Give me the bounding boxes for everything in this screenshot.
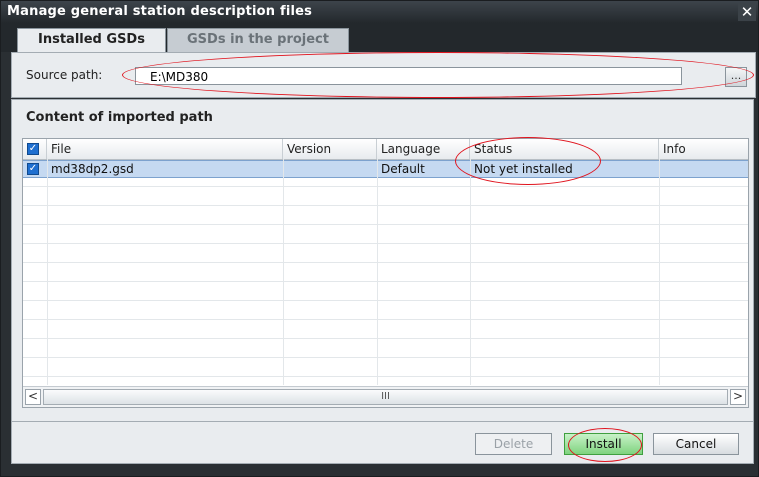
dialog-footer: Delete Install Cancel <box>11 422 754 464</box>
dialog-window: Manage general station description files… <box>0 0 759 477</box>
source-path-panel: Source path: E:\MD380 ... <box>11 52 756 98</box>
grid-column-line <box>47 159 48 385</box>
grid-line <box>23 205 748 206</box>
column-header-language[interactable]: Language <box>377 139 470 159</box>
grid-column-line <box>283 159 284 385</box>
grid-line <box>23 319 748 320</box>
column-header-info[interactable]: Info <box>659 139 748 159</box>
row-file: md38dp2.gsd <box>51 162 134 176</box>
grid-line <box>23 262 748 263</box>
grid-line <box>23 300 748 301</box>
source-path-label: Source path: <box>26 68 103 82</box>
row-status: Not yet installed <box>474 162 573 176</box>
browse-button[interactable]: ... <box>725 67 747 87</box>
grid-column-line <box>470 159 471 385</box>
grid-line <box>23 186 748 187</box>
content-panel: Content of imported path ✓ File Version … <box>11 99 754 422</box>
column-header-file[interactable]: File <box>47 139 283 159</box>
grid-column-line <box>659 159 660 385</box>
grid-column-line <box>377 159 378 385</box>
title-bar[interactable]: Manage general station description files… <box>1 1 758 23</box>
grid-line <box>23 243 748 244</box>
column-header-version[interactable]: Version <box>283 139 377 159</box>
close-icon[interactable]: ✕ <box>738 3 756 21</box>
tab-strip: Installed GSDs GSDs in the project <box>1 23 758 52</box>
grid-line <box>23 376 748 377</box>
dialog-title: Manage general station description files <box>7 4 313 19</box>
install-button[interactable]: Install <box>564 433 643 455</box>
row-language: Default <box>381 162 425 176</box>
grid-line <box>23 281 748 282</box>
cancel-button[interactable]: Cancel <box>653 433 739 455</box>
source-path-input[interactable]: E:\MD380 <box>135 67 682 85</box>
content-heading: Content of imported path <box>26 110 213 125</box>
scroll-right-icon[interactable]: > <box>730 389 746 405</box>
scroll-left-icon[interactable]: < <box>25 389 41 405</box>
grid-line <box>23 357 748 358</box>
tab-installed-gsds[interactable]: Installed GSDs <box>17 28 166 52</box>
row-version <box>283 161 377 179</box>
row-info <box>659 161 748 179</box>
scrollbar-thumb[interactable]: III <box>43 389 728 405</box>
header-checkbox-cell: ✓ <box>23 139 47 159</box>
tab-gsds-in-project[interactable]: GSDs in the project <box>167 28 349 52</box>
horizontal-scrollbar[interactable]: < III > <box>23 386 748 407</box>
gsd-table: ✓ File Version Language Status Info ✓ md… <box>22 138 749 408</box>
row-checkbox[interactable]: ✓ <box>27 163 39 175</box>
table-row[interactable]: ✓ md38dp2.gsd Default Not yet installed <box>23 160 748 178</box>
delete-button[interactable]: Delete <box>475 433 552 455</box>
grid-line <box>23 338 748 339</box>
column-header-status[interactable]: Status <box>470 139 659 159</box>
select-all-checkbox[interactable]: ✓ <box>27 143 39 155</box>
table-header: ✓ File Version Language Status Info <box>23 139 748 160</box>
grid-line <box>23 224 748 225</box>
